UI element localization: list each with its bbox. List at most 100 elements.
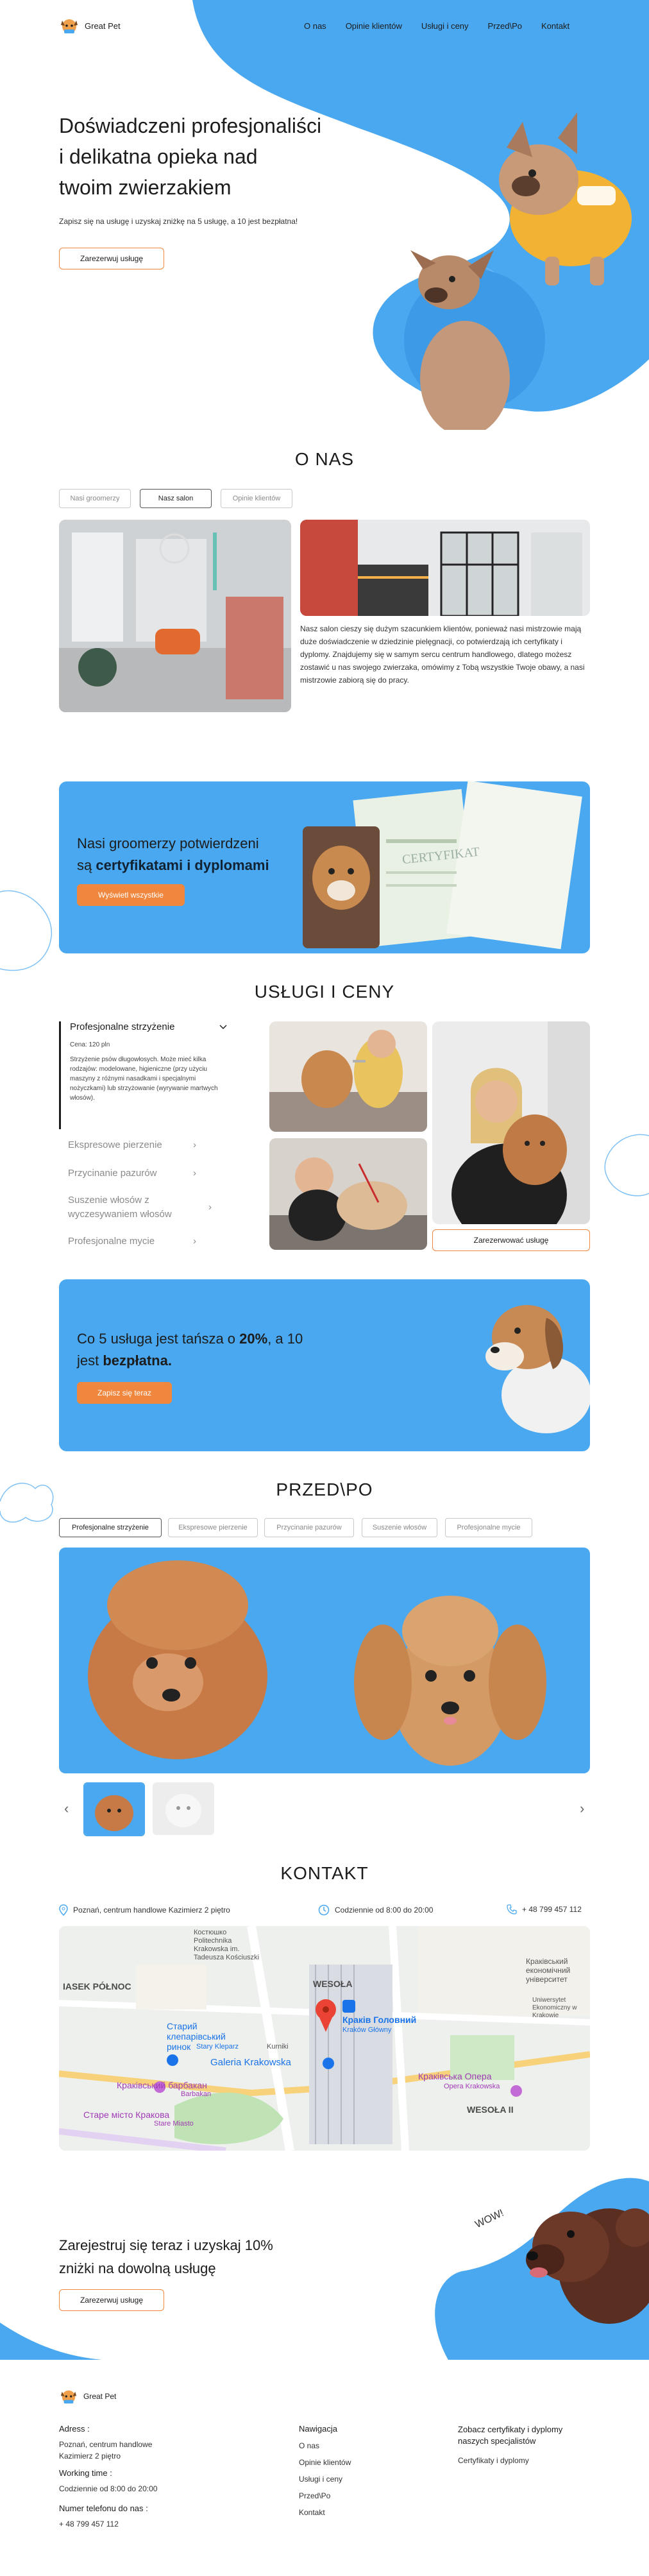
hero-book-button[interactable]: Zarezerwuj usługę [59,248,164,269]
contact-hours: Codziennie od 8:00 do 20:00 [318,1904,433,1916]
footer-nav-contact[interactable]: Kontakt [299,2508,351,2517]
footer-address-label: Adress : [59,2424,90,2434]
top-nav: O nas Opinie klientów Usługi i ceny Prze… [304,21,569,31]
about-tab-salon[interactable]: Nasz salon [140,489,212,508]
salon-photo-1 [59,520,291,712]
phone-icon [507,1904,517,1915]
cta-line-2: zniżki na dowolną usługę [59,2260,216,2276]
about-tab-reviews[interactable]: Opinie klientów [221,489,292,508]
promo-line2-pre: jest [77,1352,103,1369]
service-open-title: Profesjonalne strzyżenie [70,1021,175,1032]
logo-text: Great Pet [85,21,121,31]
footer-certs-label: Zobacz certyfikaty i dyplomy naszych spe… [458,2425,563,2446]
chevron-right-icon: › [193,1139,196,1150]
footer-nav-before-after[interactable]: Przed\Po [299,2491,351,2500]
logo-icon [61,19,78,33]
service-item-express[interactable]: Ekspresowe pierzenie › [68,1139,196,1150]
about-tab-groomers[interactable]: Nasi groomerzy [59,489,131,508]
contact-phone-text: + 48 799 457 112 [522,1905,582,1914]
slider-prev-arrow[interactable]: ‹ [64,1800,69,1817]
footer-logo[interactable]: Great Pet [59,2388,116,2405]
map-label: WESOŁA [313,1979,353,1989]
promo-line-1: Co 5 usługa jest tańsza o 20%, a 10 [77,1328,303,1350]
logo-icon [60,2390,77,2404]
service-open-item: Profesjonalne strzyżenie Cena: 120 pln S… [59,1021,232,1129]
map-label: IASEK PÓŁNOC [63,1981,131,1992]
thumb-after[interactable] [153,1782,214,1835]
hero-title: Doświadczeni profesjonaliści i delikatna… [59,110,321,203]
before-after-title: PRZED\PO [276,1480,373,1499]
contact-address: Poznań, centrum handlowe Kazimierz 2 pię… [59,1904,230,1916]
nav-before-after[interactable]: Przed\Po [488,21,522,31]
footer-certs: Zobacz certyfikaty i dyplomy naszych spe… [458,2424,593,2465]
certs-view-all-button[interactable]: Wyświetl wszystkie [77,884,185,906]
map-label: Костюшко Politechnika Krakowska im. Tade… [194,1929,260,1961]
cta-line-1: Zarejestruj się teraz i uzyskaj 10% [59,2237,273,2253]
nav-reviews[interactable]: Opinie klientów [346,21,402,31]
footer-phone-label: Numer telefonu do nas : [59,2503,148,2513]
hero-title-line: Doświadczeni profesjonaliści [59,114,322,137]
service-desc: Strzyżenie psów długowłosych. Może mieć … [70,1056,218,1102]
promo-pct: 20% [239,1331,268,1347]
contact-map[interactable]: IASEK PÓŁNOC Старий клепарівський ринок … [59,1926,590,2151]
certs-image [303,781,582,950]
nav-services[interactable]: Usługi i ceny [421,21,469,31]
ba-tab-express[interactable]: Ekspresowe pierzenie [168,1518,258,1537]
footer-working: Codziennie od 8:00 do 20:00 [59,2484,158,2493]
footer-nav: Nawigacja O nas Opinie klientów Usługi i… [299,2424,351,2517]
footer-address: Poznań, centrum handlowe Kazimierz 2 pię… [59,2440,153,2461]
chevron-right-icon: › [193,1236,196,1247]
contact-phone[interactable]: + 48 799 457 112 [507,1904,582,1915]
service-item-washing[interactable]: Profesjonalne mycie › [68,1236,196,1247]
certs-line-2: są certyfikatami i dyplomami [77,855,269,876]
salon-photo-2 [300,520,590,616]
promo-line-2: jest bezpłatna. [77,1350,303,1372]
footer-nav-about[interactable]: O nas [299,2441,351,2450]
ba-tab-haircut[interactable]: Profesjonalne strzyżenie [59,1518,162,1537]
footer-phone[interactable]: + 48 799 457 112 [59,2520,200,2529]
service-photo-2 [269,1138,427,1250]
promo-free: bezpłatna. [103,1352,172,1369]
ba-tab-drying[interactable]: Suszenie włosów [362,1518,437,1537]
nav-about[interactable]: O nas [304,21,326,31]
slider-next-arrow[interactable]: › [580,1800,584,1817]
service-open-header[interactable]: Profesjonalne strzyżenie [70,1021,232,1032]
promo-banner: Co 5 usługa jest tańsza o 20%, a 10 jest… [59,1279,590,1451]
map-label: WESOŁA II [467,2104,514,2115]
map-label: Galeria Krakowska [210,2057,291,2068]
nav-contact[interactable]: Kontakt [541,21,569,31]
service-item-drying[interactable]: Suszenie włosów z wyczesywaniem włosów › [68,1193,212,1222]
hero-title-line: twoim zwierzakiem [59,176,232,199]
footer-certs-link[interactable]: Certyfikaty i dyplomy [458,2456,593,2465]
service-book-button[interactable]: Zarezerwować usługę [432,1229,590,1251]
promo-text: Co 5 usługa jest tańsza o 20%, a 10 jest… [77,1328,303,1372]
map-label: Краківський економічний університет [526,1957,571,1984]
ba-tab-nails[interactable]: Przycinanie pazurów [264,1518,354,1537]
services-title: USŁUGI I CENY [254,982,395,1002]
promo-mid: , a 10 [267,1331,303,1347]
certs-heading: Nasi groomerzy potwierdzeni są certyfika… [77,833,269,876]
logo[interactable]: Great Pet [59,17,121,35]
map-label: Краківська Опера [418,2071,492,2081]
service-item-nails[interactable]: Przycinanie pazurów › [68,1168,196,1179]
service-photo-1 [269,1021,427,1132]
promo-signup-button[interactable]: Zapisz się teraz [77,1382,172,1404]
service-price: Cena: 120 pln [70,1041,110,1048]
map-label: Stary Kleparz [196,2043,239,2051]
left-decor-outline [0,890,52,971]
footer-contacts: Adress : Poznań, centrum handlowe Kazimi… [59,2424,200,2529]
map-label: Краківський барбакан [117,2080,207,2090]
certs-banner: CERTYFIKAT Nasi groomerzy potwierdzeni s… [59,781,590,953]
cta-book-button[interactable]: Zarezerwuj usługę [59,2289,164,2311]
footer-nav-reviews[interactable]: Opinie klientów [299,2458,351,2467]
map-label: Stare Miasto [154,2120,194,2128]
map-label: Kraków Główny [342,2026,392,2034]
right-decor-outline [604,1134,649,1197]
footer-nav-services[interactable]: Usługi i ceny [299,2475,351,2484]
clock-icon [318,1904,330,1916]
chevron-down-icon [219,1024,227,1029]
thumb-before[interactable] [83,1782,145,1836]
hero-dog-image [404,112,632,430]
chevron-right-icon: › [193,1168,196,1179]
ba-tab-washing[interactable]: Profesjonalne mycie [445,1518,532,1537]
